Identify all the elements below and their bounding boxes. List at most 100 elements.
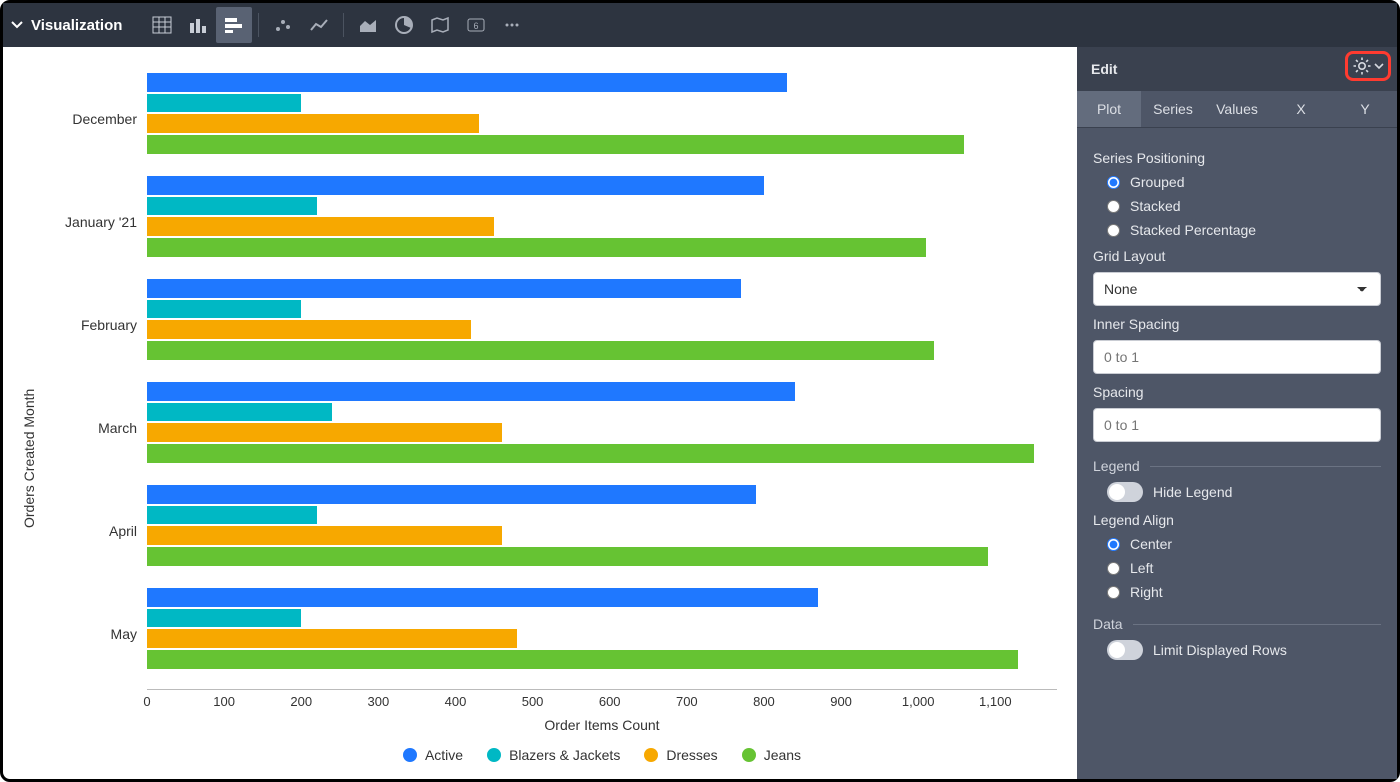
bar[interactable] bbox=[147, 94, 301, 113]
series-pos-grouped[interactable]: Grouped bbox=[1107, 174, 1381, 190]
radio-label: Stacked Percentage bbox=[1130, 222, 1256, 238]
x-tick: 300 bbox=[367, 694, 389, 709]
legend-swatch bbox=[644, 748, 658, 762]
grid-layout-select[interactable]: None bbox=[1093, 272, 1381, 306]
map-icon bbox=[430, 16, 450, 34]
series-pos-grouped-radio[interactable] bbox=[1107, 176, 1120, 189]
area-viz-button[interactable] bbox=[350, 7, 386, 43]
bar[interactable] bbox=[147, 506, 317, 525]
series-pos-stacked-pct[interactable]: Stacked Percentage bbox=[1107, 222, 1381, 238]
x-tick: 1,000 bbox=[902, 694, 935, 709]
bar[interactable] bbox=[147, 238, 926, 257]
limit-rows-toggle[interactable]: Limit Displayed Rows bbox=[1107, 640, 1381, 660]
series-pos-stacked-pct-radio[interactable] bbox=[1107, 224, 1120, 237]
legend-align-right-radio[interactable] bbox=[1107, 586, 1120, 599]
radio-label: Stacked bbox=[1130, 198, 1181, 214]
bar[interactable] bbox=[147, 382, 795, 401]
category-row: April bbox=[37, 479, 1057, 582]
category-row: December bbox=[37, 67, 1057, 170]
bar[interactable] bbox=[147, 341, 934, 360]
line-chart-icon bbox=[309, 16, 329, 34]
toolbar-divider bbox=[258, 13, 259, 37]
legend-item[interactable]: Dresses bbox=[644, 747, 717, 763]
bar[interactable] bbox=[147, 197, 317, 216]
series-pos-stacked[interactable]: Stacked bbox=[1107, 198, 1381, 214]
tab-y[interactable]: Y bbox=[1333, 91, 1397, 127]
legend-item[interactable]: Active bbox=[403, 747, 463, 763]
bar[interactable] bbox=[147, 176, 764, 195]
category-label: February bbox=[37, 317, 147, 333]
legend-item[interactable]: Jeans bbox=[742, 747, 801, 763]
legend-label: Blazers & Jackets bbox=[509, 747, 620, 763]
hide-legend-toggle[interactable]: Hide Legend bbox=[1107, 482, 1381, 502]
category-row: January '21 bbox=[37, 170, 1057, 273]
bar[interactable] bbox=[147, 609, 301, 628]
number-icon: 6 bbox=[466, 16, 486, 34]
edit-panel-header: Edit bbox=[1077, 47, 1397, 91]
tab-values[interactable]: Values bbox=[1205, 91, 1269, 127]
visualization-toggle[interactable]: Visualization bbox=[11, 17, 132, 34]
bar-viz-button[interactable] bbox=[216, 7, 252, 43]
bar[interactable] bbox=[147, 114, 479, 133]
bar[interactable] bbox=[147, 423, 502, 442]
bar[interactable] bbox=[147, 320, 471, 339]
bar[interactable] bbox=[147, 135, 964, 154]
x-tick: 100 bbox=[213, 694, 235, 709]
bar[interactable] bbox=[147, 547, 988, 566]
scatter-viz-button[interactable] bbox=[265, 7, 301, 43]
x-tick: 800 bbox=[753, 694, 775, 709]
bars-group bbox=[147, 376, 1057, 479]
bar[interactable] bbox=[147, 650, 1018, 669]
x-tick: 600 bbox=[599, 694, 621, 709]
bar[interactable] bbox=[147, 444, 1034, 463]
edit-panel-body: Series Positioning Grouped Stacked Stack… bbox=[1077, 128, 1397, 779]
inner-spacing-input[interactable] bbox=[1093, 340, 1381, 374]
bar[interactable] bbox=[147, 588, 818, 607]
tab-x[interactable]: X bbox=[1269, 91, 1333, 127]
viz-type-buttons: 6 bbox=[144, 7, 530, 43]
bar[interactable] bbox=[147, 217, 494, 236]
bars-group bbox=[147, 582, 1057, 685]
legend-item[interactable]: Blazers & Jackets bbox=[487, 747, 620, 763]
bar[interactable] bbox=[147, 279, 741, 298]
legend-label: Active bbox=[425, 747, 463, 763]
category-row: February bbox=[37, 273, 1057, 376]
bar-chart-icon bbox=[224, 16, 244, 34]
legend-label: Dresses bbox=[666, 747, 717, 763]
legend-align-left[interactable]: Left bbox=[1107, 560, 1381, 576]
column-viz-button[interactable] bbox=[180, 7, 216, 43]
bar[interactable] bbox=[147, 403, 332, 422]
bar[interactable] bbox=[147, 485, 756, 504]
gear-icon bbox=[1352, 56, 1372, 76]
legend-label: Jeans bbox=[764, 747, 801, 763]
legend-swatch bbox=[403, 748, 417, 762]
bar[interactable] bbox=[147, 300, 301, 319]
x-tick: 0 bbox=[143, 694, 150, 709]
tab-series[interactable]: Series bbox=[1141, 91, 1205, 127]
more-viz-button[interactable] bbox=[494, 7, 530, 43]
map-viz-button[interactable] bbox=[422, 7, 458, 43]
x-tick: 900 bbox=[830, 694, 852, 709]
table-viz-button[interactable] bbox=[144, 7, 180, 43]
legend-align-center-radio[interactable] bbox=[1107, 538, 1120, 551]
category-label: May bbox=[37, 626, 147, 642]
bar[interactable] bbox=[147, 73, 787, 92]
legend-swatch bbox=[487, 748, 501, 762]
series-pos-stacked-radio[interactable] bbox=[1107, 200, 1120, 213]
spacing-input[interactable] bbox=[1093, 408, 1381, 442]
legend-align-right[interactable]: Right bbox=[1107, 584, 1381, 600]
line-viz-button[interactable] bbox=[301, 7, 337, 43]
legend-align-left-radio[interactable] bbox=[1107, 562, 1120, 575]
settings-button[interactable] bbox=[1345, 51, 1391, 81]
x-axis-track: 01002003004005006007008009001,0001,100 bbox=[147, 689, 1057, 711]
bar[interactable] bbox=[147, 629, 517, 648]
radio-label: Grouped bbox=[1130, 174, 1184, 190]
pie-viz-button[interactable] bbox=[386, 7, 422, 43]
bar[interactable] bbox=[147, 526, 502, 545]
main-area: Orders Created Month DecemberJanuary '21… bbox=[3, 47, 1397, 779]
single-value-viz-button[interactable]: 6 bbox=[458, 7, 494, 43]
tab-plot[interactable]: Plot bbox=[1077, 91, 1141, 127]
series-positioning-heading: Series Positioning bbox=[1093, 150, 1381, 166]
legend-align-center[interactable]: Center bbox=[1107, 536, 1381, 552]
svg-text:6: 6 bbox=[474, 21, 479, 31]
